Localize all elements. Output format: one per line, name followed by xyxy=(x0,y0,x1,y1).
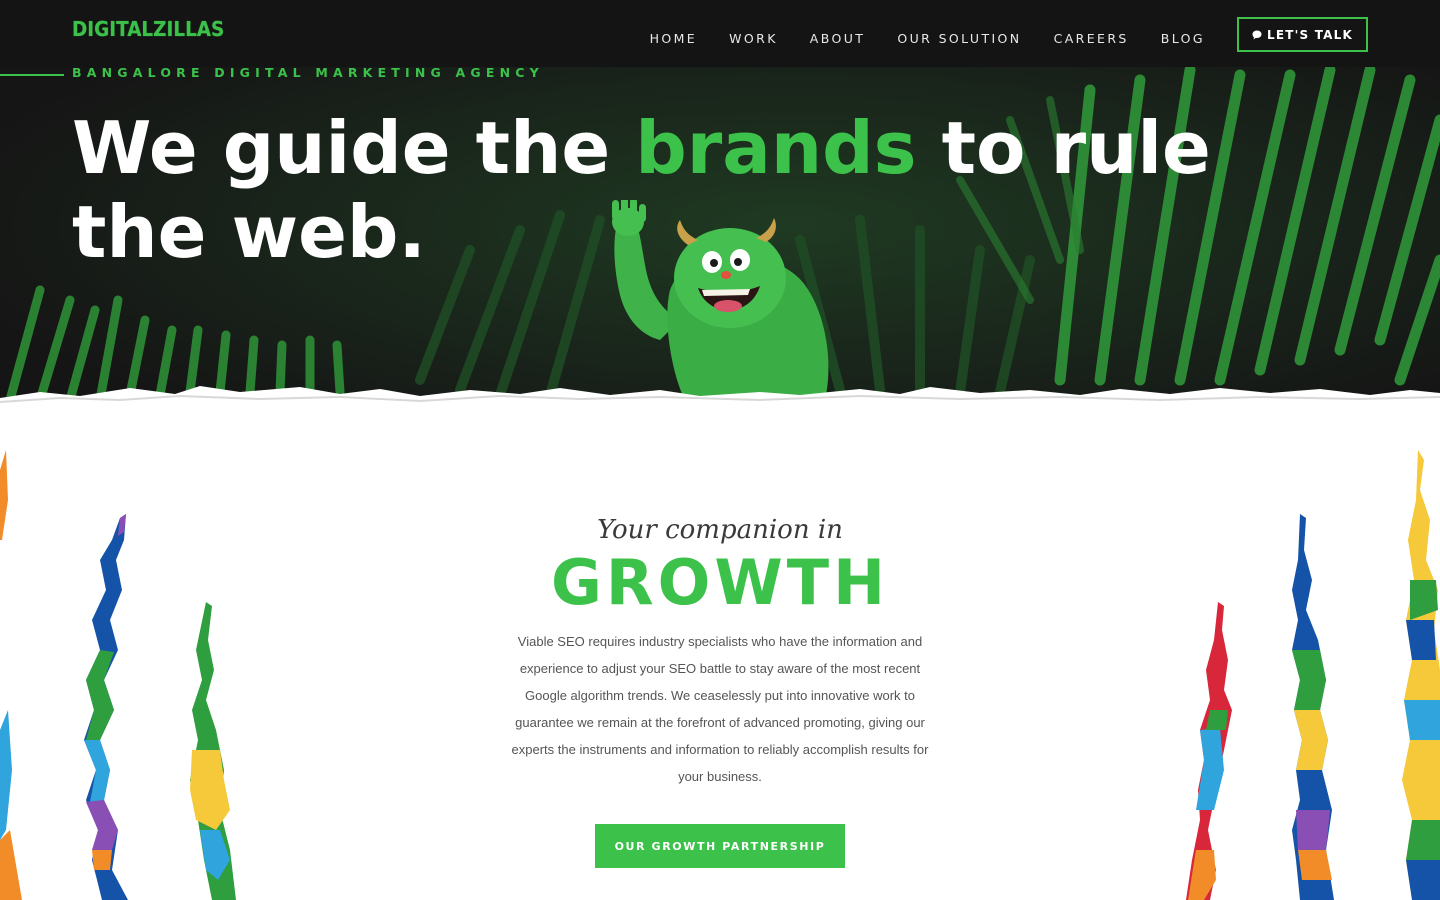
nav-item-blog[interactable]: BLOG xyxy=(1161,30,1205,48)
top-navbar: DIGITALZILLAS HOME WORK ABOUT OUR SOLUTI… xyxy=(0,0,1440,67)
lets-talk-button[interactable]: LET'S TALK xyxy=(1236,17,1368,52)
colorful-paint-streaks-left xyxy=(0,450,236,900)
hero-headline: We guide the brands to rule the web. xyxy=(72,106,1272,274)
tagline-accent-line xyxy=(0,74,64,76)
colorful-paint-streaks-right xyxy=(1186,450,1440,900)
nav-item-about[interactable]: ABOUT xyxy=(810,30,866,48)
digitalzillas-logo[interactable]: DIGITALZILLAS xyxy=(72,17,224,43)
nav-item-home[interactable]: HOME xyxy=(650,30,698,48)
growth-partnership-button[interactable]: OUR GROWTH PARTNERSHIP xyxy=(595,824,845,868)
main-nav: HOME WORK ABOUT OUR SOLUTION CAREERS BLO… xyxy=(650,17,1368,52)
nav-item-careers[interactable]: CAREERS xyxy=(1054,30,1129,48)
growth-title: GROWTH xyxy=(551,546,889,619)
headline-part1: We guide the xyxy=(72,106,636,190)
nav-item-work[interactable]: WORK xyxy=(729,30,778,48)
hero-section: DIGITALZILLAS HOME WORK ABOUT OUR SOLUTI… xyxy=(0,0,1440,410)
growth-description: Viable SEO requires industry specialists… xyxy=(511,634,929,784)
lets-talk-label: LET'S TALK xyxy=(1266,27,1353,42)
headline-accent-word: brands xyxy=(635,106,917,190)
torn-paper-divider xyxy=(0,386,1440,410)
chat-bubble-icon xyxy=(1252,30,1262,39)
growth-intro: Your companion in xyxy=(597,515,843,545)
growth-section: Your companion in GROWTH Viable SEO requ… xyxy=(0,410,1440,900)
nav-item-our-solution[interactable]: OUR SOLUTION xyxy=(897,30,1021,48)
